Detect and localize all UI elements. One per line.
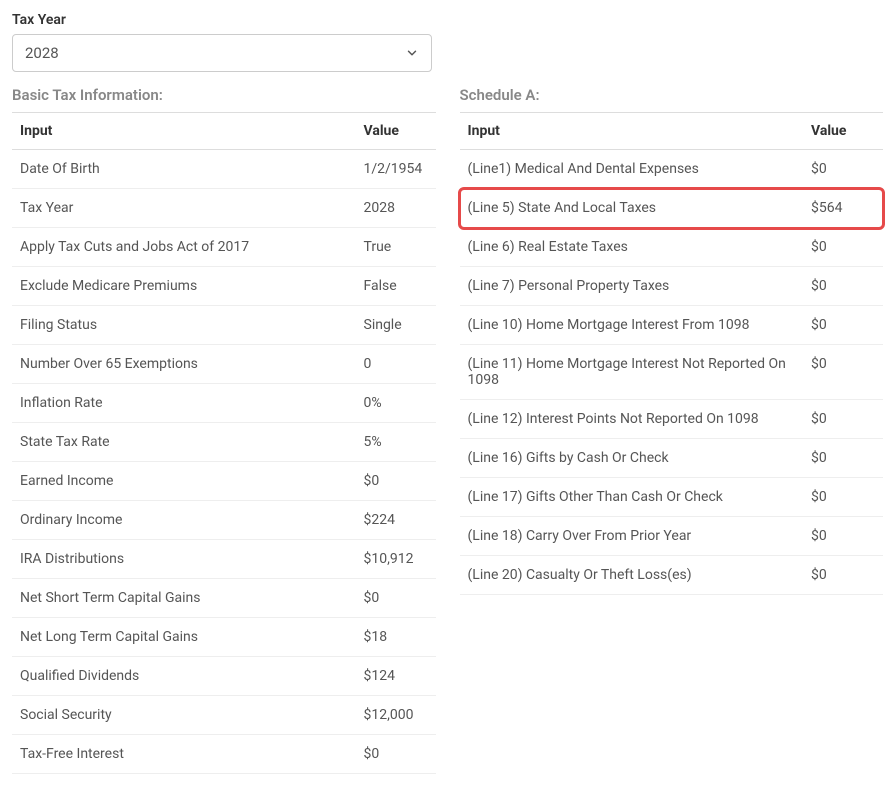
basic-row-value: $0 <box>356 579 436 618</box>
basic-row-input: Earned Income <box>12 462 356 501</box>
table-row: (Line 20) Casualty Or Theft Loss(es)$0 <box>460 556 884 595</box>
basic-row-input: Tax Year <box>12 189 356 228</box>
table-row: (Line 6) Real Estate Taxes$0 <box>460 228 884 267</box>
basic-row-value: 5% <box>356 423 436 462</box>
basic-tax-column: Basic Tax Information: Input Value Date … <box>12 86 436 774</box>
basic-row-input: Apply Tax Cuts and Jobs Act of 2017 <box>12 228 356 267</box>
table-row: Qualified Dividends$124 <box>12 657 436 696</box>
tax-year-value: 2028 <box>25 44 59 62</box>
basic-row-value: $12,000 <box>356 696 436 735</box>
basic-row-value: $18 <box>356 618 436 657</box>
table-row: Inflation Rate0% <box>12 384 436 423</box>
basic-row-input: Date Of Birth <box>12 150 356 189</box>
table-row: Date Of Birth1/2/1954 <box>12 150 436 189</box>
basic-row-value: Single <box>356 306 436 345</box>
table-row: Social Security$12,000 <box>12 696 436 735</box>
basic-row-input: Net Short Term Capital Gains <box>12 579 356 618</box>
basic-row-input: Ordinary Income <box>12 501 356 540</box>
table-row: (Line 10) Home Mortgage Interest From 10… <box>460 306 884 345</box>
schedule-a-row-input: (Line 10) Home Mortgage Interest From 10… <box>460 306 804 345</box>
basic-row-value: 2028 <box>356 189 436 228</box>
basic-row-value: $10,912 <box>356 540 436 579</box>
schedule-a-title: Schedule A: <box>460 86 884 113</box>
table-row: Net Short Term Capital Gains$0 <box>12 579 436 618</box>
table-row: (Line1) Medical And Dental Expenses$0 <box>460 150 884 189</box>
schedule-a-row-value: $0 <box>803 345 883 400</box>
schedule-a-row-input: (Line1) Medical And Dental Expenses <box>460 150 804 189</box>
basic-row-input: Filing Status <box>12 306 356 345</box>
table-row: Tax-Free Interest$0 <box>12 735 436 774</box>
basic-row-value: 0% <box>356 384 436 423</box>
basic-row-value: True <box>356 228 436 267</box>
basic-row-input: State Tax Rate <box>12 423 356 462</box>
tax-year-select[interactable]: 2028 <box>12 34 432 72</box>
schedule-a-row-value: $0 <box>803 267 883 306</box>
basic-row-value: $124 <box>356 657 436 696</box>
basic-row-value: $224 <box>356 501 436 540</box>
schedule-a-row-input: (Line 6) Real Estate Taxes <box>460 228 804 267</box>
basic-row-value: $0 <box>356 462 436 501</box>
table-row: Ordinary Income$224 <box>12 501 436 540</box>
schedule-a-column: Schedule A: Input Value (Line1) Medical … <box>460 86 884 595</box>
schedule-a-table: Input Value (Line1) Medical And Dental E… <box>460 113 884 595</box>
basic-row-input: IRA Distributions <box>12 540 356 579</box>
table-row: (Line 12) Interest Points Not Reported O… <box>460 400 884 439</box>
table-row: Earned Income$0 <box>12 462 436 501</box>
table-row: (Line 16) Gifts by Cash Or Check$0 <box>460 439 884 478</box>
schedule-a-row-input: (Line 18) Carry Over From Prior Year <box>460 517 804 556</box>
basic-row-value: False <box>356 267 436 306</box>
table-row: Exclude Medicare PremiumsFalse <box>12 267 436 306</box>
schedule-a-row-input: (Line 11) Home Mortgage Interest Not Rep… <box>460 345 804 400</box>
table-row: (Line 11) Home Mortgage Interest Not Rep… <box>460 345 884 400</box>
schedule-a-row-input: (Line 20) Casualty Or Theft Loss(es) <box>460 556 804 595</box>
tax-year-label: Tax Year <box>12 12 883 28</box>
schedule-a-row-value: $0 <box>803 556 883 595</box>
table-row: (Line 18) Carry Over From Prior Year$0 <box>460 517 884 556</box>
tax-year-select-wrapper: 2028 <box>12 34 432 72</box>
schedule-a-header-input: Input <box>460 113 804 150</box>
basic-header-input: Input <box>12 113 356 150</box>
schedule-a-row-input: (Line 12) Interest Points Not Reported O… <box>460 400 804 439</box>
schedule-a-row-value: $0 <box>803 228 883 267</box>
schedule-a-row-input: (Line 16) Gifts by Cash Or Check <box>460 439 804 478</box>
basic-row-value: 0 <box>356 345 436 384</box>
table-row: Filing StatusSingle <box>12 306 436 345</box>
basic-row-input: Number Over 65 Exemptions <box>12 345 356 384</box>
table-row: (Line 5) State And Local Taxes$564 <box>460 189 884 228</box>
schedule-a-row-input: (Line 5) State And Local Taxes <box>460 189 804 228</box>
schedule-a-row-value: $0 <box>803 517 883 556</box>
basic-tax-table: Input Value Date Of Birth1/2/1954Tax Yea… <box>12 113 436 774</box>
schedule-a-row-value: $0 <box>803 478 883 517</box>
basic-row-value: $0 <box>356 735 436 774</box>
basic-tax-title: Basic Tax Information: <box>12 86 436 113</box>
table-row: (Line 17) Gifts Other Than Cash Or Check… <box>460 478 884 517</box>
schedule-a-row-value: $0 <box>803 150 883 189</box>
basic-row-input: Social Security <box>12 696 356 735</box>
table-row: Number Over 65 Exemptions0 <box>12 345 436 384</box>
table-row: IRA Distributions$10,912 <box>12 540 436 579</box>
chevron-down-icon <box>405 46 419 60</box>
basic-row-value: 1/2/1954 <box>356 150 436 189</box>
basic-row-input: Qualified Dividends <box>12 657 356 696</box>
basic-header-value: Value <box>356 113 436 150</box>
schedule-a-row-value: $0 <box>803 439 883 478</box>
basic-row-input: Net Long Term Capital Gains <box>12 618 356 657</box>
table-row: (Line 7) Personal Property Taxes$0 <box>460 267 884 306</box>
schedule-a-row-input: (Line 17) Gifts Other Than Cash Or Check <box>460 478 804 517</box>
table-row: Apply Tax Cuts and Jobs Act of 2017True <box>12 228 436 267</box>
basic-row-input: Exclude Medicare Premiums <box>12 267 356 306</box>
schedule-a-row-value: $0 <box>803 400 883 439</box>
table-row: State Tax Rate5% <box>12 423 436 462</box>
table-row: Tax Year2028 <box>12 189 436 228</box>
schedule-a-row-value: $0 <box>803 306 883 345</box>
basic-row-input: Inflation Rate <box>12 384 356 423</box>
table-row: Net Long Term Capital Gains$18 <box>12 618 436 657</box>
schedule-a-row-input: (Line 7) Personal Property Taxes <box>460 267 804 306</box>
basic-row-input: Tax-Free Interest <box>12 735 356 774</box>
schedule-a-header-value: Value <box>803 113 883 150</box>
schedule-a-row-value: $564 <box>803 189 883 228</box>
